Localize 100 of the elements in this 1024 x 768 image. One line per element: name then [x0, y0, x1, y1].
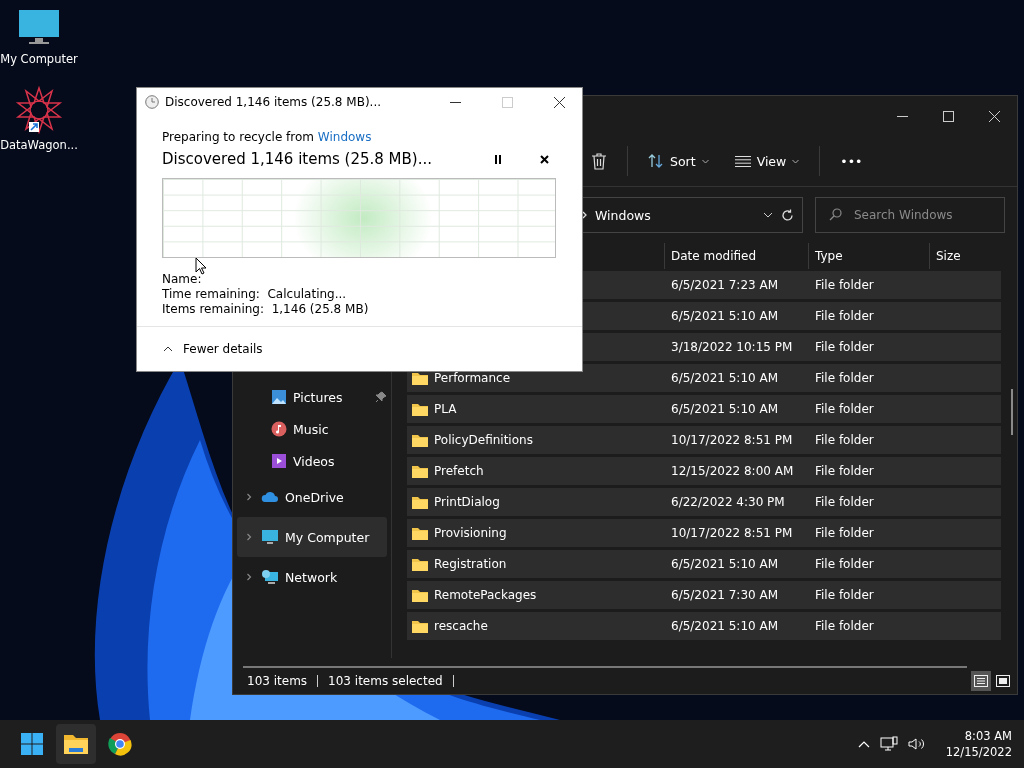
lines-icon	[734, 155, 751, 167]
item-count: 103 items	[247, 674, 308, 688]
maximize-icon	[501, 96, 513, 108]
chevron-down-icon	[701, 158, 709, 164]
music-note-icon	[271, 421, 287, 437]
sidebar-item[interactable]: Network	[237, 557, 387, 597]
date-cell-text: 6/5/2021 5:10 AM	[670, 402, 780, 416]
trash-icon	[591, 152, 607, 170]
date-cell-text: 6/5/2021 5:10 AM	[670, 309, 780, 323]
file-row[interactable]: RemotePackages 6/5/2021 7:30 AM File folder	[407, 581, 1001, 609]
date-cell-text: 3/18/2022 10:15 PM	[670, 340, 794, 354]
type-cell-text: File folder	[814, 340, 875, 354]
detail-text: Items remaining: 1,146 (25.8 MB)	[162, 302, 370, 316]
date-cell-text: 6/5/2021 7:23 AM	[670, 278, 780, 292]
type-cell-text: File folder	[814, 464, 875, 478]
folder-icon	[411, 618, 429, 634]
picture-icon	[271, 389, 287, 405]
date-cell-text: 10/17/2022 8:51 PM	[670, 433, 794, 447]
column-header[interactable]: Size	[929, 243, 1017, 269]
list-icon	[974, 675, 988, 687]
file-name: Prefetch	[434, 464, 484, 478]
sidebar-item[interactable]: Music	[237, 413, 387, 445]
date-cell-text: 6/5/2021 7:30 AM	[670, 588, 780, 602]
desktop-icon-label[interactable]: DataWagon...	[0, 138, 78, 152]
type-cell-text: File folder	[814, 526, 875, 540]
date-cell-text: 12/15/2022 8:00 AM	[670, 464, 795, 478]
folder-icon	[411, 556, 429, 572]
folder-icon	[411, 401, 429, 417]
column-header[interactable]: Date modified	[664, 243, 808, 269]
star-emblem-icon	[15, 86, 63, 134]
details-view-button[interactable]	[971, 671, 991, 691]
close-icon	[539, 154, 549, 164]
sidebar-item[interactable]: My Computer	[237, 517, 387, 557]
windows-logo-icon	[20, 732, 44, 756]
video-icon	[271, 453, 287, 469]
detail-text: Time remaining: Calculating...	[162, 287, 348, 301]
column-header[interactable]: Type	[808, 243, 929, 269]
monitor-icon	[261, 529, 279, 545]
sidebar-item[interactable]: Videos	[237, 445, 387, 477]
detail-text: Name:	[162, 272, 203, 286]
search-field[interactable]: Search Windows	[815, 197, 1005, 233]
file-name: PLA	[434, 402, 457, 416]
file-name: PolicyDefinitions	[434, 433, 533, 447]
folder-icon	[411, 494, 429, 510]
file-row[interactable]: Performance 6/5/2021 5:10 AM File folder	[407, 364, 1001, 392]
type-cell-text: File folder	[814, 619, 875, 633]
file-row[interactable]: PLA 6/5/2021 5:10 AM File folder	[407, 395, 1001, 423]
more-options-button[interactable]: •••	[834, 149, 869, 173]
file-row[interactable]: rescache 6/5/2021 5:10 AM File folder	[407, 612, 1001, 640]
folder-icon	[411, 587, 429, 603]
scrollbar-thumb[interactable]	[243, 666, 967, 668]
file-name: rescache	[434, 619, 488, 633]
sidebar-item[interactable]: OneDrive	[237, 477, 387, 517]
progress-heading: Discovered 1,146 items (25.8 MB)...	[162, 150, 433, 168]
maximize-icon	[942, 110, 954, 122]
desktop-icon-label[interactable]: My Computer	[0, 52, 78, 66]
date-cell-text: 6/22/2022 4:30 PM	[670, 495, 786, 509]
sidebar-item[interactable]: Pictures	[237, 381, 387, 413]
file-row[interactable]: Registration 6/5/2021 5:10 AM File folder	[407, 550, 1001, 578]
chevron-up-icon[interactable]	[857, 740, 870, 748]
chevron-down-icon	[792, 158, 800, 164]
date-cell-text: 6/5/2021 5:10 AM	[670, 557, 780, 571]
chevron-up-icon	[163, 346, 173, 352]
file-name: PrintDialog	[434, 495, 500, 509]
folder-icon	[411, 370, 429, 386]
type-cell-text: File folder	[814, 433, 875, 447]
network-icon	[261, 569, 279, 585]
taskbar-app-button[interactable]	[56, 724, 96, 764]
fewer-details-button[interactable]: Fewer details	[163, 342, 263, 356]
file-row[interactable]: Provisioning 10/17/2022 8:51 PM File folder	[407, 519, 1001, 547]
file-name: RemotePackages	[434, 588, 537, 602]
sort-button[interactable]: Sort	[642, 149, 715, 173]
sort-arrows-icon	[648, 154, 664, 168]
folder-icon	[411, 463, 429, 479]
type-cell-text: File folder	[814, 588, 875, 602]
time-text: 8:03 AM	[964, 729, 1012, 743]
clock-icon	[145, 95, 159, 109]
view-button[interactable]: View	[728, 149, 806, 173]
folder-link[interactable]: Windows	[317, 130, 372, 144]
folder-icon	[411, 525, 429, 541]
file-row[interactable]: PolicyDefinitions 10/17/2022 8:51 PM File folder	[407, 426, 1001, 454]
pause-icon	[494, 154, 502, 164]
file-name: Performance	[434, 371, 511, 385]
window-title: Discovered 1,146 items (25.8 MB)...	[165, 95, 382, 109]
chevron-down-icon	[763, 212, 773, 218]
network-icon[interactable]	[879, 736, 898, 752]
chrome-logo-icon	[108, 732, 132, 756]
cloud-icon	[261, 491, 279, 503]
file-row[interactable]: PrintDialog 6/22/2022 4:30 PM File folder	[407, 488, 1001, 516]
date-cell-text: 6/5/2021 5:10 AM	[670, 371, 780, 385]
speaker-icon[interactable]	[907, 737, 926, 751]
type-cell-text: File folder	[814, 402, 875, 416]
close-icon	[988, 110, 1000, 122]
file-row[interactable]: Prefetch 12/15/2022 8:00 AM File folder	[407, 457, 1001, 485]
scrollbar-thumb[interactable]	[1011, 389, 1013, 435]
type-cell-text: File folder	[814, 371, 875, 385]
tile-icon	[996, 675, 1010, 687]
type-cell-text: File folder	[814, 557, 875, 571]
clock[interactable]: 8:03 AM 12/15/2022	[945, 729, 1012, 759]
refresh-icon	[781, 208, 794, 222]
